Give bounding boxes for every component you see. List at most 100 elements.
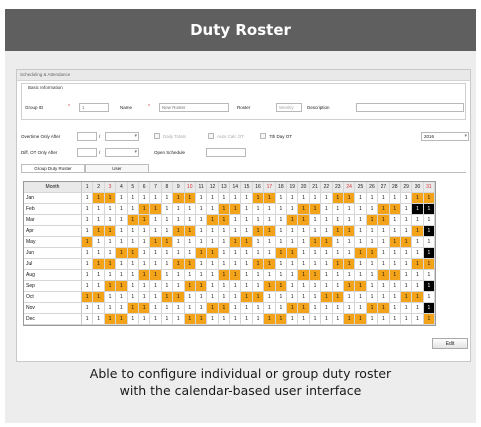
- day-cell[interactable]: 1: [355, 303, 367, 314]
- day-cell[interactable]: 1: [389, 281, 401, 292]
- day-cell[interactable]: 1: [378, 204, 390, 215]
- day-cell[interactable]: 1: [366, 226, 379, 237]
- day-cell[interactable]: 1: [412, 237, 424, 248]
- day-cell[interactable]: 1: [127, 215, 139, 226]
- day-cell[interactable]: 1: [127, 281, 139, 292]
- day-cell[interactable]: 1: [150, 314, 162, 325]
- day-cell[interactable]: 1: [218, 259, 231, 270]
- day-cell[interactable]: 1: [287, 270, 299, 281]
- day-cell[interactable]: 1: [423, 281, 436, 292]
- day-cell[interactable]: 1: [423, 248, 436, 259]
- day-cell[interactable]: 1: [230, 281, 242, 292]
- day-cell[interactable]: 1: [287, 204, 299, 215]
- day-cell[interactable]: 1: [218, 204, 231, 215]
- day-cell[interactable]: 1: [264, 259, 276, 270]
- day-cell[interactable]: 1: [93, 237, 105, 248]
- day-cell[interactable]: 1: [161, 193, 174, 204]
- day-cell[interactable]: 1: [82, 270, 94, 281]
- day-cell[interactable]: 1: [241, 259, 253, 270]
- day-cell[interactable]: 1: [173, 292, 185, 303]
- day-cell[interactable]: 1: [93, 248, 105, 259]
- day-cell[interactable]: 1: [400, 270, 413, 281]
- day-cell[interactable]: 1: [252, 270, 265, 281]
- day-cell[interactable]: 1: [138, 303, 151, 314]
- day-cell[interactable]: 1: [343, 193, 356, 204]
- day-cell[interactable]: 1: [343, 303, 356, 314]
- day-cell[interactable]: 1: [355, 314, 367, 325]
- day-cell[interactable]: 1: [287, 292, 299, 303]
- day-cell[interactable]: 1: [287, 248, 299, 259]
- day-cell[interactable]: 1: [173, 259, 185, 270]
- day-cell[interactable]: 1: [423, 193, 436, 204]
- day-cell[interactable]: 1: [400, 314, 413, 325]
- day-cell[interactable]: 1: [275, 193, 288, 204]
- day-cell[interactable]: 1: [332, 193, 344, 204]
- day-cell[interactable]: 1: [389, 292, 401, 303]
- day-cell[interactable]: 1: [400, 292, 413, 303]
- day-cell[interactable]: 1: [412, 292, 424, 303]
- day-cell[interactable]: 1: [195, 204, 208, 215]
- day-cell[interactable]: 1: [423, 204, 436, 215]
- day-cell[interactable]: 1: [104, 303, 117, 314]
- day-cell[interactable]: 1: [400, 237, 413, 248]
- day-cell[interactable]: 1: [412, 193, 424, 204]
- day-cell[interactable]: 1: [298, 226, 310, 237]
- day-cell[interactable]: 1: [230, 193, 242, 204]
- day-cell[interactable]: 1: [104, 281, 117, 292]
- day-cell[interactable]: 1: [241, 292, 253, 303]
- day-cell[interactable]: 1: [195, 270, 208, 281]
- day-cell[interactable]: 1: [321, 259, 333, 270]
- day-cell[interactable]: 1: [275, 292, 288, 303]
- day-cell[interactable]: 1: [218, 226, 231, 237]
- day-cell[interactable]: 1: [309, 248, 322, 259]
- day-cell[interactable]: 1: [161, 292, 174, 303]
- day-cell[interactable]: 1: [264, 215, 276, 226]
- day-cell[interactable]: 1: [378, 270, 390, 281]
- day-cell[interactable]: 1: [184, 281, 196, 292]
- auto-calc-ot-checkbox[interactable]: [208, 133, 214, 139]
- day-cell[interactable]: 1: [332, 215, 344, 226]
- day-cell[interactable]: 1: [104, 226, 117, 237]
- day-cell[interactable]: 1: [412, 303, 424, 314]
- day-cell[interactable]: 1: [332, 226, 344, 237]
- day-cell[interactable]: 1: [309, 215, 322, 226]
- day-cell[interactable]: 1: [321, 248, 333, 259]
- day-cell[interactable]: 1: [173, 281, 185, 292]
- day-cell[interactable]: 1: [321, 226, 333, 237]
- day-cell[interactable]: 1: [309, 292, 322, 303]
- day-cell[interactable]: 1: [207, 303, 219, 314]
- day-cell[interactable]: 1: [298, 314, 310, 325]
- day-cell[interactable]: 1: [264, 226, 276, 237]
- day-cell[interactable]: 1: [195, 215, 208, 226]
- day-cell[interactable]: 1: [287, 237, 299, 248]
- day-cell[interactable]: 1: [378, 226, 390, 237]
- day-cell[interactable]: 1: [412, 270, 424, 281]
- day-cell[interactable]: 1: [412, 226, 424, 237]
- day-cell[interactable]: 1: [82, 281, 94, 292]
- day-cell[interactable]: 1: [389, 248, 401, 259]
- day-cell[interactable]: 1: [138, 204, 151, 215]
- diff-ot-minute-select[interactable]: [105, 148, 139, 157]
- day-cell[interactable]: 1: [309, 237, 322, 248]
- day-cell[interactable]: 1: [412, 281, 424, 292]
- day-cell[interactable]: 1: [412, 314, 424, 325]
- day-cell[interactable]: 1: [150, 204, 162, 215]
- day-cell[interactable]: 1: [150, 259, 162, 270]
- day-cell[interactable]: 1: [389, 237, 401, 248]
- day-cell[interactable]: 1: [93, 314, 105, 325]
- overtime-minute-select[interactable]: [105, 132, 139, 141]
- day-cell[interactable]: 1: [230, 215, 242, 226]
- day-cell[interactable]: 1: [104, 193, 117, 204]
- day-cell[interactable]: 1: [423, 292, 436, 303]
- day-cell[interactable]: 1: [343, 204, 356, 215]
- day-cell[interactable]: 1: [343, 314, 356, 325]
- day-cell[interactable]: 1: [309, 303, 322, 314]
- day-cell[interactable]: 1: [161, 237, 174, 248]
- day-cell[interactable]: 1: [332, 237, 344, 248]
- day-cell[interactable]: 1: [230, 248, 242, 259]
- day-cell[interactable]: 1: [218, 237, 231, 248]
- day-cell[interactable]: 1: [343, 292, 356, 303]
- day-cell[interactable]: 1: [116, 292, 128, 303]
- day-cell[interactable]: 1: [321, 314, 333, 325]
- day-cell[interactable]: 1: [309, 281, 322, 292]
